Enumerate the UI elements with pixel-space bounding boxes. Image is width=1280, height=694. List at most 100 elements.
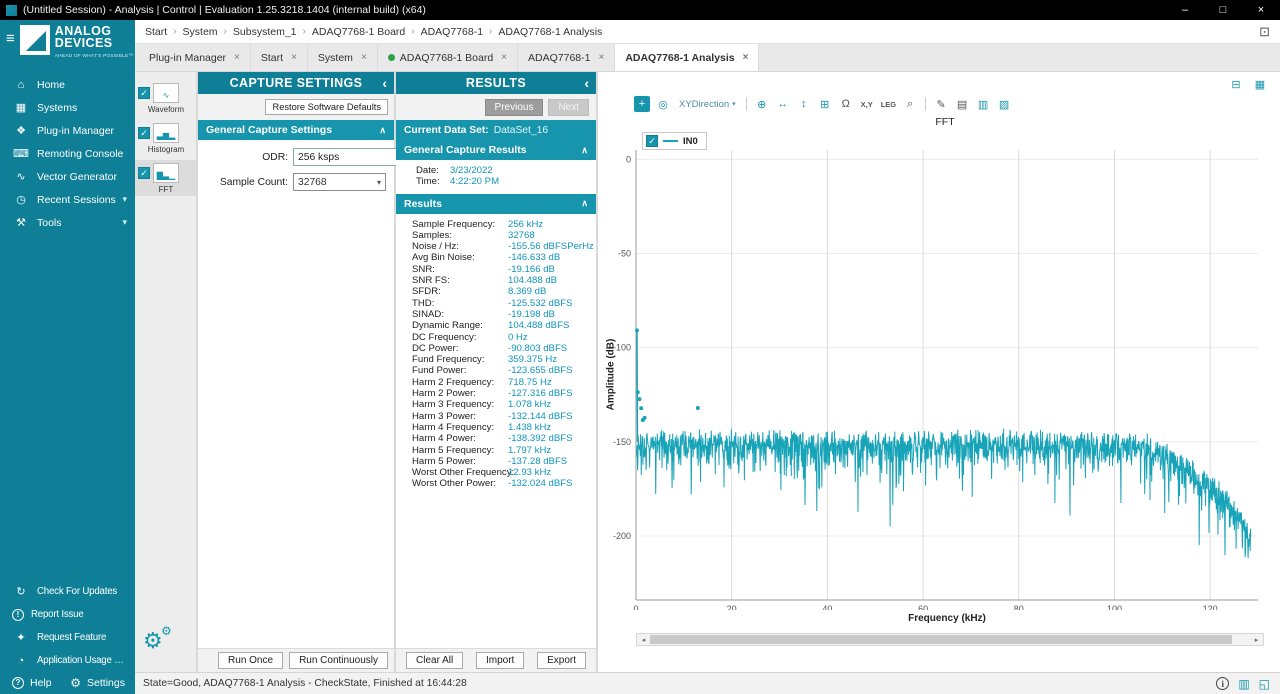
zoom-window-button[interactable]: ⌕: [902, 96, 918, 112]
result-label: THD:: [412, 298, 508, 309]
gear-icon: ⚙: [143, 628, 163, 654]
sidebar-item-report-issue[interactable]: !Report Issue: [0, 603, 135, 626]
result-value: 12.93 kHz: [508, 467, 551, 478]
results-section[interactable]: Results ∧: [396, 194, 596, 214]
snapshot-button[interactable]: ▤: [954, 96, 970, 112]
autoscale-button[interactable]: ⊞: [817, 96, 833, 112]
legend-toggle-button[interactable]: LEG: [880, 96, 897, 112]
close-tab-icon[interactable]: ×: [234, 52, 240, 63]
result-value: -90.803 dBFS: [508, 343, 567, 354]
breadcrumb-item-adaq7768-1-analysis[interactable]: ADAQ7768-1 Analysis: [498, 26, 602, 38]
pan-vertical-button[interactable]: ↕: [796, 96, 812, 112]
scrollbar-thumb[interactable]: [650, 635, 1232, 644]
info-icon[interactable]: i: [1216, 677, 1229, 690]
histogram-checkbox[interactable]: ✓: [138, 127, 150, 139]
pan-horizontal-button[interactable]: ↔: [775, 96, 791, 112]
maximize-button[interactable]: □: [1204, 0, 1242, 20]
collapse-panel-icon[interactable]: ‹: [584, 76, 589, 90]
sample-count-label: Sample Count:: [204, 177, 288, 188]
chart-scrollbar[interactable]: ◂ ▸: [636, 633, 1264, 646]
menu-toggle-button[interactable]: ≡: [6, 31, 15, 46]
waveform-checkbox[interactable]: ✓: [138, 87, 150, 99]
restore-layout-icon[interactable]: ◱: [1259, 678, 1270, 690]
tab-adaq7768-1[interactable]: ADAQ7768-1×: [518, 44, 615, 71]
close-tab-icon[interactable]: ×: [291, 52, 297, 63]
sidebar-item-plug-in-manager[interactable]: ❖Plug-in Manager: [0, 119, 135, 142]
series-checkbox[interactable]: ✓: [646, 135, 658, 147]
view-histogram[interactable]: ✓▃▆▂Histogram: [135, 120, 196, 156]
breadcrumb-item-adaq7768-1-board[interactable]: ADAQ7768-1 Board: [312, 26, 405, 38]
tab-adaq7768-1-board[interactable]: ADAQ7768-1 Board×: [378, 44, 518, 71]
sidebar-item-help[interactable]: ? Help: [12, 677, 52, 689]
xy-values-button[interactable]: X,Y: [859, 96, 875, 112]
result-row: Dynamic Range:104.488 dBFS: [412, 320, 594, 331]
sidebar-item-vector-generator[interactable]: ∿Vector Generator: [0, 165, 135, 188]
minimize-button[interactable]: –: [1166, 0, 1204, 20]
analysis-settings-button[interactable]: ⚙ ⚙: [143, 628, 177, 658]
result-value: 1.078 kHz: [508, 399, 551, 410]
omega-cursor-button[interactable]: Ω: [838, 96, 854, 112]
fft-checkbox[interactable]: ✓: [138, 167, 150, 179]
sidebar-item-request-feature[interactable]: ✦Request Feature: [0, 626, 135, 649]
view-waveform[interactable]: ✓∿Waveform: [135, 80, 196, 116]
zoom-fit-button[interactable]: ⊕: [754, 96, 770, 112]
breadcrumb-item-start[interactable]: Start: [145, 26, 167, 38]
sample-count-dropdown[interactable]: 32768 ▾: [293, 173, 386, 191]
close-tab-icon[interactable]: ×: [598, 52, 604, 63]
close-button[interactable]: ×: [1242, 0, 1280, 20]
modified-dot-icon: [388, 54, 395, 61]
scroll-left-icon[interactable]: ◂: [637, 634, 650, 645]
marker-tool-button[interactable]: ◎: [655, 96, 671, 112]
collapse-panel-icon[interactable]: ‹: [382, 76, 387, 90]
scroll-right-icon[interactable]: ▸: [1250, 634, 1263, 645]
view-fft[interactable]: ✓▇▃▁FFT: [135, 160, 196, 196]
fft-plot[interactable]: 0-50-100-150-200020406080100120: [598, 130, 1270, 610]
sidebar-item-recent-sessions[interactable]: ◷Recent Sessions▾: [0, 188, 135, 211]
xy-direction-dropdown[interactable]: XYDirection▾: [676, 99, 739, 110]
run-once-button[interactable]: Run Once: [218, 652, 283, 669]
export-button[interactable]: Export: [537, 652, 586, 669]
grid-view-button[interactable]: ▦: [1252, 76, 1268, 92]
marker-dot: [637, 397, 641, 401]
sidebar-item-remoting-console[interactable]: ⌨Remoting Console: [0, 142, 135, 165]
cursor-tool-button[interactable]: +: [634, 96, 650, 112]
export-image-button[interactable]: ▥: [975, 96, 991, 112]
fft-trace: [637, 429, 1251, 558]
breadcrumb-item-adaq7768-1[interactable]: ADAQ7768-1: [421, 26, 483, 38]
tab-adaq7768-1-analysis[interactable]: ADAQ7768-1 Analysis×: [615, 44, 759, 71]
sidebar-item-systems[interactable]: ▦Systems: [0, 96, 135, 119]
annotate-button[interactable]: ✎: [933, 96, 949, 112]
import-button[interactable]: Import: [476, 652, 524, 669]
dock-panel-button[interactable]: ⊟: [1228, 76, 1244, 92]
close-tab-icon[interactable]: ×: [361, 52, 367, 63]
general-capture-settings-section[interactable]: General Capture Settings ∧: [198, 120, 394, 140]
sidebar-item-label: Remoting Console: [37, 148, 123, 160]
sidebar-item-home[interactable]: ⌂Home: [0, 73, 135, 96]
sidebar-item-settings[interactable]: ⚙ Settings: [70, 676, 125, 690]
breadcrumb-item-system[interactable]: System: [183, 26, 218, 38]
tab-system[interactable]: System×: [308, 44, 378, 71]
export-data-button[interactable]: ▨: [996, 96, 1012, 112]
result-row: Fund Power:-123.655 dBFS: [412, 365, 594, 376]
general-capture-results-section[interactable]: General Capture Results ∧: [396, 140, 596, 160]
tab-start[interactable]: Start×: [251, 44, 308, 71]
usage-panel-icon[interactable]: ▥: [1238, 678, 1249, 690]
tab-plug-in-manager[interactable]: Plug-in Manager×: [139, 44, 251, 71]
close-tab-icon[interactable]: ×: [743, 52, 749, 63]
clear-all-button[interactable]: Clear All: [406, 652, 463, 669]
next-dataset-button[interactable]: Next: [548, 99, 589, 116]
sidebar-item-application-usage-logging[interactable]: ◔Application Usage Logging: [0, 649, 135, 672]
x-tick-label: 80: [1014, 604, 1024, 610]
tab-bar: Plug-in Manager×Start×System×ADAQ7768-1 …: [135, 44, 1280, 72]
scrollbar-track[interactable]: [650, 635, 1250, 644]
run-continuously-button[interactable]: Run Continuously: [289, 652, 388, 669]
close-tab-icon[interactable]: ×: [501, 52, 507, 63]
sidebar-item-label: Application Usage Logging: [37, 655, 127, 666]
layout-panel-icon[interactable]: ⊡: [1259, 24, 1270, 40]
sidebar-item-check-for-updates[interactable]: ↻Check For Updates: [0, 580, 135, 603]
breadcrumb-item-subsystem-1[interactable]: Subsystem_1: [233, 26, 297, 38]
sidebar-item-tools[interactable]: ⚒Tools▾: [0, 211, 135, 234]
time-row: Time: 4:22:20 PM: [416, 176, 592, 187]
previous-dataset-button[interactable]: Previous: [485, 99, 544, 116]
restore-defaults-button[interactable]: Restore Software Defaults: [265, 99, 388, 115]
